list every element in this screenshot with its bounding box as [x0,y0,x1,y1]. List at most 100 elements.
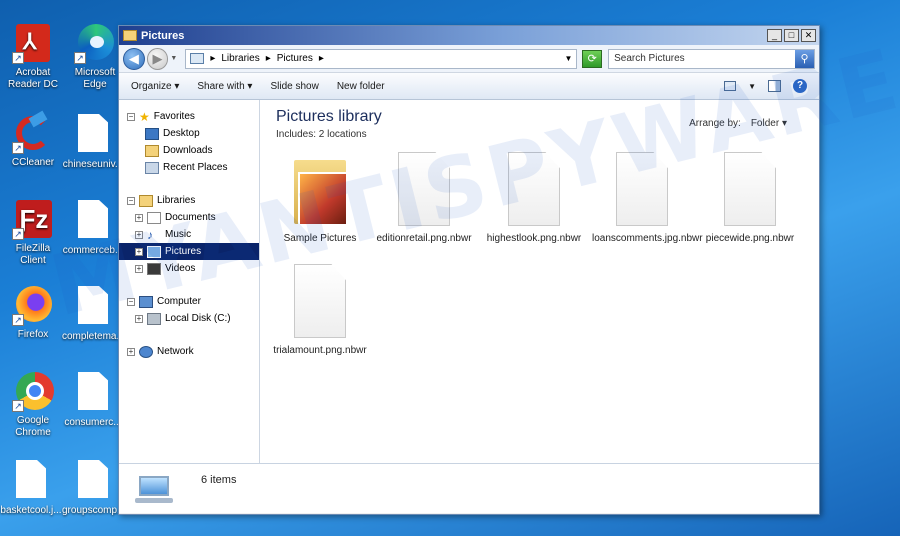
file-name: piecewide.png.nbwr [705,233,795,244]
expand-icon[interactable]: + [135,264,143,273]
address-dropdown-icon[interactable]: ▼ [564,54,572,63]
library-icon [190,53,205,64]
desktop-icon-label: chineseuniv... [62,159,124,170]
nav-pictures[interactable]: + Pictures [119,243,259,260]
desktop-icon-ccleaner[interactable]: ↗ CCleaner [2,110,64,169]
maximize-button[interactable]: □ [784,29,799,42]
forward-button[interactable]: ▶ [146,47,169,70]
share-with-menu[interactable]: Share with ▾ [197,81,252,92]
arrange-by[interactable]: Arrange by: Folder ▾ [689,118,787,129]
blank-file-icon [290,264,350,340]
new-folder-button[interactable]: New folder [337,81,385,92]
music-icon: ♪ [147,227,153,242]
desktop-icon-chrome[interactable]: ↗ Google Chrome [2,370,64,439]
collapse-icon[interactable]: − [127,112,135,121]
nav-videos[interactable]: + Videos [119,260,259,277]
expand-icon[interactable]: + [135,213,143,222]
views-icon[interactable] [724,81,737,91]
nav-computer[interactable]: − Computer [119,293,259,310]
search-icon[interactable]: ⚲ [794,49,814,68]
nav-downloads[interactable]: Downloads [119,142,259,159]
refresh-button[interactable]: ⟳ [582,49,603,68]
nav-local-disk[interactable]: + Local Disk (C:) [119,310,259,327]
edge-icon: ↗ [74,22,116,64]
recent-places-icon [145,161,159,174]
desktop-icon-file[interactable]: groupscomp... [62,458,125,517]
title-bar[interactable]: Pictures _ □ ✕ [119,26,819,45]
desktop-icon-label: consumerc... [64,417,122,428]
file-name: editionretail.png.nbwr [376,233,472,244]
minimize-button[interactable]: _ [767,29,782,42]
file-item-folder[interactable]: Sample Pictures [270,152,370,244]
preview-pane-icon[interactable] [768,80,781,92]
desktop-icon-file[interactable]: basketcool.j... [0,458,62,517]
organize-menu[interactable]: Organize ▾ [131,81,179,92]
search-placeholder: Search Pictures [614,53,685,64]
expand-icon[interactable]: + [135,314,143,323]
nav-recent-places[interactable]: Recent Places [119,159,259,176]
nav-network[interactable]: + Network [119,343,259,360]
file-item[interactable]: trialamount.png.nbwr [270,264,370,356]
disk-icon [147,312,161,325]
views-dropdown-icon[interactable]: ▼ [748,82,756,91]
collapse-icon[interactable]: − [127,297,135,306]
desktop-icon-label: FileZilla Client [15,243,51,266]
pictures-icon [147,245,161,258]
file-item[interactable]: loanscomments.jpg.nbwr [592,152,703,244]
desktop-icon-label: Acrobat Reader DC [7,67,59,90]
breadcrumb-pictures[interactable]: Pictures [277,53,313,64]
file-icon [10,460,52,502]
documents-icon [147,211,161,224]
libraries-icon [139,194,153,207]
file-item[interactable]: editionretail.png.nbwr [374,152,474,244]
file-name: trialamount.png.nbwr [273,345,367,356]
collapse-icon[interactable]: − [127,196,135,205]
back-button[interactable]: ◀ [123,47,145,70]
breadcrumb-separator: ▸ [318,53,324,64]
ccleaner-icon: ↗ [12,110,54,154]
desktop-icon-edge[interactable]: ↗ Microsoft Edge [64,22,126,91]
help-icon[interactable]: ? [793,79,807,93]
filezilla-icon: Ƒz ↗ [12,198,54,240]
acrobat-icon: ⅄ ↗ [12,22,54,64]
navigation-pane: − ★ Favorites Desktop Downloads Recent P… [119,100,260,463]
window-title: Pictures [141,29,185,42]
desktop-icon-file[interactable]: consumerc... [62,370,124,429]
network-icon [139,345,153,358]
file-icon [72,286,114,328]
expand-icon[interactable]: + [127,347,135,356]
library-pc-icon [135,474,173,504]
nav-documents[interactable]: + Documents [119,209,259,226]
explorer-window: Pictures _ □ ✕ ◀ ▶ ▼ ▸ Libraries ▸ Pictu… [118,25,820,515]
desktop-icon-file[interactable]: commerceb... [62,198,124,257]
search-input[interactable]: Search Pictures ⚲ [608,48,815,69]
nav-desktop[interactable]: Desktop [119,125,259,142]
desktop-icon-file[interactable]: chineseuniv... [62,112,124,171]
address-bar: ◀ ▶ ▼ ▸ Libraries ▸ Pictures ▸ ▼ ⟳ Searc… [119,45,819,73]
recent-pages-dropdown-icon[interactable]: ▼ [170,55,177,62]
nav-libraries[interactable]: − Libraries [119,192,259,209]
slide-show-button[interactable]: Slide show [270,81,318,92]
file-item[interactable]: piecewide.png.nbwr [700,152,800,244]
library-includes[interactable]: Includes: 2 locations [276,129,819,140]
expand-icon[interactable]: + [135,247,143,256]
desktop-icon-label: CCleaner [11,157,55,168]
expand-icon[interactable]: + [135,230,143,239]
desktop-icon-label: Firefox [17,329,49,340]
breadcrumb-libraries[interactable]: Libraries [221,53,259,64]
file-icon [72,114,114,156]
file-item[interactable]: highestlook.png.nbwr [484,152,584,244]
nav-favorites[interactable]: − ★ Favorites [119,108,259,125]
item-count: 6 items [201,474,237,486]
nav-music[interactable]: + ♪ Music [119,226,259,243]
file-icon [72,460,114,502]
address-field[interactable]: ▸ Libraries ▸ Pictures ▸ ▼ [185,48,578,69]
desktop-icon-firefox[interactable]: ↗ Firefox [2,284,64,341]
blank-file-icon [720,152,780,228]
desktop-icon-label: basketcool.j... [0,505,62,516]
file-name: Sample Pictures [283,233,357,244]
close-button[interactable]: ✕ [801,29,816,42]
desktop-icon-file[interactable]: completema... [62,284,125,343]
desktop-icon-filezilla[interactable]: Ƒz ↗ FileZilla Client [2,198,64,267]
desktop-icon-acrobat[interactable]: ⅄ ↗ Acrobat Reader DC [2,22,64,91]
